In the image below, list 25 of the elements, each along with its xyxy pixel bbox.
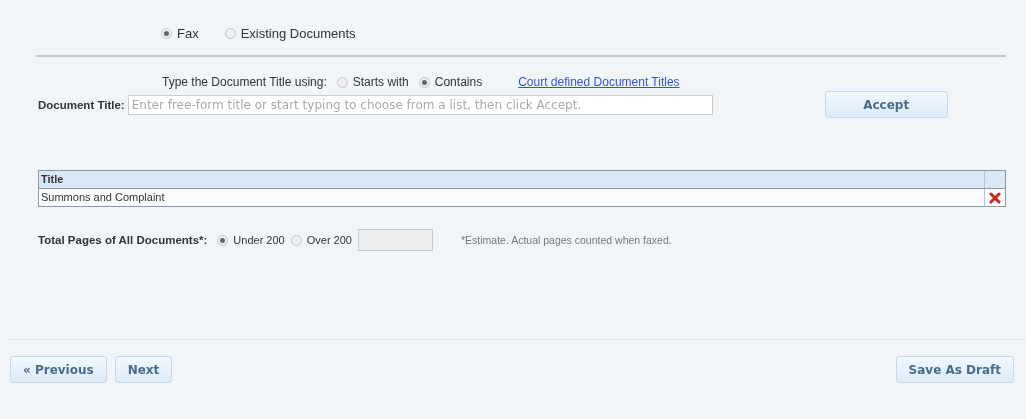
radio-label: Fax — [177, 25, 199, 41]
accept-button[interactable]: Accept — [824, 91, 948, 118]
court-titles-link[interactable]: Court defined Document Titles — [518, 75, 680, 89]
next-button[interactable]: Next — [114, 356, 173, 383]
radio-label: Contains — [434, 75, 483, 89]
previous-button[interactable]: « Previous — [10, 356, 107, 383]
table-cell-text: Summons and Complaint — [40, 190, 166, 205]
radio-button[interactable] — [161, 27, 172, 39]
radio-button[interactable] — [224, 27, 236, 39]
total-pages-label: Total Pages of All Documents*: — [38, 234, 208, 246]
estimate-note: *Estimate. Actual pages counted when faxed. — [460, 234, 672, 246]
column-header: Title — [40, 172, 65, 187]
radio-button[interactable] — [418, 76, 430, 88]
save-draft-button[interactable]: Save As Draft — [895, 356, 1014, 383]
document-title-field[interactable]: Enter free-form title or start typing to choose from a list, then click Accept. — [127, 94, 713, 115]
document-title-label: Document Title: — [38, 98, 125, 111]
radio-label: Over 200 — [306, 234, 352, 246]
radio-label: Existing Documents — [240, 25, 356, 41]
radio-button[interactable] — [336, 76, 348, 88]
radio-button[interactable] — [217, 234, 229, 246]
match-mode-prompt: Type the Document Title using: — [162, 75, 327, 89]
delete-icon[interactable] — [989, 191, 1001, 204]
radio-label: Under 200 — [233, 234, 285, 246]
radio-button[interactable] — [290, 234, 302, 246]
radio-label: Starts with — [352, 75, 409, 89]
